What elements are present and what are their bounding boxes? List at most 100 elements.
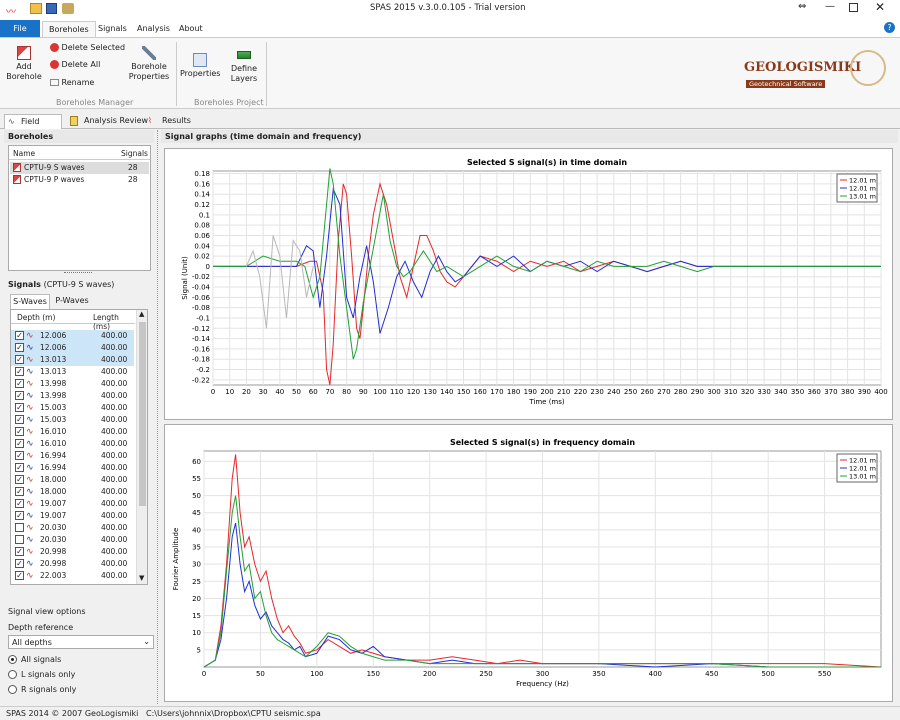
signal-row[interactable]: ✓ ∿ 16.010 400.00 — [11, 426, 134, 438]
scroll-down-icon[interactable]: ▼ — [139, 574, 144, 582]
tab-field-data[interactable]: ∿ Field Data — [4, 114, 62, 140]
tab-results[interactable]: ⌇ Results — [146, 114, 191, 129]
signal-row[interactable]: ✓ ∿ 19.007 400.00 — [11, 510, 134, 522]
radio-button[interactable] — [8, 685, 17, 694]
save-icon[interactable] — [46, 3, 57, 14]
maximize-icon[interactable] — [849, 3, 858, 12]
signal-depth: 16.010 — [40, 439, 67, 448]
x-axis-label: Time (ms) — [528, 398, 565, 406]
minimize-icon[interactable]: — — [825, 1, 835, 12]
close-icon[interactable]: ✕ — [875, 0, 885, 14]
signal-checkbox[interactable]: ✓ — [15, 415, 24, 424]
borehole-properties-button[interactable]: Borehole Properties — [128, 46, 170, 82]
signal-checkbox[interactable]: ✓ — [15, 487, 24, 496]
signal-row[interactable]: ✓ ∿ 18.000 400.00 — [11, 486, 134, 498]
signal-row[interactable]: ∿ 20.030 400.00 — [11, 522, 134, 534]
signal-checkbox[interactable]: ✓ — [15, 403, 24, 412]
signal-row[interactable]: ✓ ∿ 20.998 400.00 — [11, 546, 134, 558]
signal-checkbox[interactable]: ✓ — [15, 343, 24, 352]
signal-row[interactable]: ✓ ∿ 22.003 400.00 — [11, 570, 134, 582]
properties-button[interactable]: Properties — [180, 53, 220, 79]
borehole-row[interactable]: CPTU-9 P waves 28 — [10, 174, 149, 186]
tab-analysis[interactable]: Analysis — [131, 21, 176, 37]
signal-checkbox[interactable]: ✓ — [15, 367, 24, 376]
signal-checkbox[interactable]: ✓ — [15, 463, 24, 472]
x-tick-label: 20 — [242, 388, 251, 396]
signals-tab-p-waves[interactable]: P-Waves — [52, 294, 92, 309]
signal-row[interactable]: ✓ ∿ 16.010 400.00 — [11, 438, 134, 450]
x-tick-label: 380 — [841, 388, 854, 396]
signal-checkbox[interactable]: ✓ — [15, 331, 24, 340]
tab-about[interactable]: About — [173, 21, 209, 37]
signals-tab-s-waves[interactable]: S-Waves — [10, 294, 50, 309]
signal-row[interactable]: ✓ ∿ 20.998 400.00 — [11, 558, 134, 570]
time-domain-plot[interactable]: Selected S signal(s) in time domain 0 10 20… — [165, 149, 892, 419]
depth-reference-select[interactable]: All depths ⌄ — [8, 635, 154, 649]
signal-row[interactable]: ✓ ∿ 16.994 400.00 — [11, 450, 134, 462]
frequency-domain-chart[interactable]: Selected S signal(s) in frequency domain… — [164, 424, 893, 702]
signal-row[interactable]: ✓ ∿ 13.998 400.00 — [11, 378, 134, 390]
ribbon-divider — [266, 42, 267, 106]
time-domain-chart[interactable]: Selected S signal(s) in time domain 0 10 20… — [164, 148, 893, 420]
rename-button[interactable]: Rename — [50, 78, 94, 88]
signal-radio[interactable]: All signals — [8, 654, 138, 666]
signal-checkbox[interactable]: ✓ — [15, 427, 24, 436]
signal-checkbox[interactable] — [15, 523, 24, 532]
open-icon[interactable] — [30, 3, 42, 14]
panel-splitter[interactable] — [157, 130, 160, 704]
signal-row[interactable]: ✓ ∿ 13.998 400.00 — [11, 390, 134, 402]
frequency-domain-plot[interactable]: Selected S signal(s) in frequency domain… — [165, 425, 892, 701]
waveform-icon: ∿ — [26, 391, 34, 401]
tab-boreholes[interactable]: Boreholes — [42, 21, 96, 37]
signal-checkbox[interactable]: ✓ — [15, 451, 24, 460]
signal-checkbox[interactable] — [15, 535, 24, 544]
signal-checkbox[interactable]: ✓ — [15, 391, 24, 400]
scroll-up-icon[interactable]: ▲ — [139, 310, 144, 318]
signal-length: 400.00 — [101, 331, 128, 340]
signal-row[interactable]: ✓ ∿ 19.007 400.00 — [11, 498, 134, 510]
add-borehole-button[interactable]: Add Borehole — [6, 46, 42, 82]
restore-arrows-icon[interactable]: ⇔ — [798, 1, 806, 12]
signal-radio[interactable]: L signals only — [8, 669, 138, 681]
radio-button[interactable] — [8, 655, 17, 664]
signals-scrollbar[interactable]: ▲ ▼ — [136, 310, 147, 584]
x-tick-label: 100 — [310, 670, 323, 678]
signal-checkbox[interactable]: ✓ — [15, 355, 24, 364]
signal-checkbox[interactable]: ✓ — [15, 379, 24, 388]
delete-selected-button[interactable]: Delete Selected — [50, 43, 125, 53]
signal-row[interactable]: ✓ ∿ 15.003 400.00 — [11, 414, 134, 426]
signal-checkbox[interactable]: ✓ — [15, 439, 24, 448]
borehole-row[interactable]: CPTU-9 S waves 28 — [10, 162, 149, 174]
signal-depth: 16.994 — [40, 451, 67, 460]
signal-checkbox[interactable]: ✓ — [15, 571, 24, 580]
file-menu-button[interactable]: File — [0, 20, 40, 37]
delete-all-button[interactable]: Delete All — [50, 60, 100, 70]
signal-checkbox[interactable]: ✓ — [15, 559, 24, 568]
tab-signals[interactable]: Signals — [92, 21, 133, 37]
radio-button[interactable] — [8, 670, 17, 679]
tab-analysis-review[interactable]: Analysis Review — [68, 114, 148, 129]
signal-checkbox[interactable]: ✓ — [15, 547, 24, 556]
signal-row[interactable]: ✓ ∿ 13.013 400.00 — [11, 354, 134, 366]
help-icon[interactable]: ? — [884, 22, 895, 33]
y-tick-label: -0.02 — [192, 273, 210, 281]
signal-radio[interactable]: R signals only — [8, 684, 138, 696]
x-tick-label: 80 — [342, 388, 351, 396]
signal-row[interactable]: ✓ ∿ 12.006 400.00 — [11, 342, 134, 354]
signal-row[interactable]: ✓ ∿ 18.000 400.00 — [11, 474, 134, 486]
signal-checkbox[interactable]: ✓ — [15, 511, 24, 520]
signal-checkbox[interactable]: ✓ — [15, 499, 24, 508]
scroll-thumb[interactable] — [139, 322, 146, 506]
signal-row[interactable]: ✓ ∿ 13.013 400.00 — [11, 366, 134, 378]
radio-label: L signals only — [21, 670, 76, 679]
signal-depth: 15.003 — [40, 415, 67, 424]
splitter-grip[interactable] — [64, 272, 92, 275]
view-options-panel: Signal view options Depth reference All … — [4, 604, 156, 704]
signal-row[interactable]: ✓ ∿ 12.006 400.00 — [11, 330, 134, 342]
signal-checkbox[interactable]: ✓ — [15, 475, 24, 484]
signal-row[interactable]: ∿ 20.030 400.00 — [11, 534, 134, 546]
define-layers-button[interactable]: Define Layers — [226, 48, 262, 84]
logo-small-icon[interactable] — [62, 3, 74, 14]
signal-row[interactable]: ✓ ∿ 15.003 400.00 — [11, 402, 134, 414]
signal-row[interactable]: ✓ ∿ 16.994 400.00 — [11, 462, 134, 474]
